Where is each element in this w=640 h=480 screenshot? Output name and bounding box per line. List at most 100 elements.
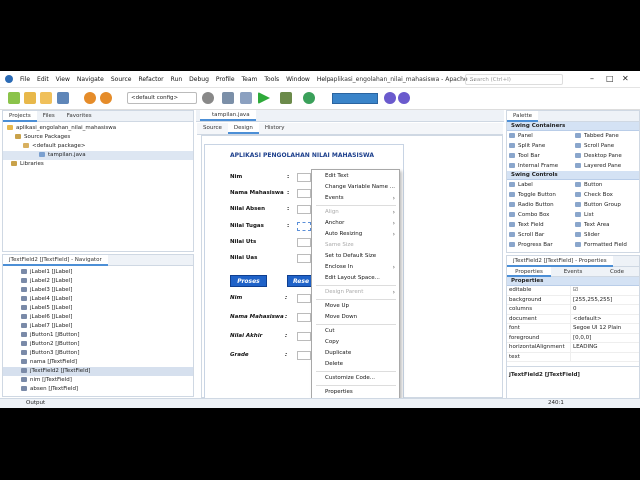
redo-icon[interactable]	[100, 92, 112, 104]
palette-item[interactable]: Panel	[507, 131, 573, 141]
clean-build-icon[interactable]	[240, 92, 252, 104]
result-nama-field[interactable]	[297, 313, 311, 322]
menu-item-edit[interactable]: Edit	[37, 76, 49, 83]
result-nilai-field[interactable]	[297, 332, 311, 341]
config-select[interactable]: <default config>	[127, 92, 197, 104]
context-menu-item[interactable]: Enclose In ›	[312, 262, 399, 273]
search-input[interactable]: Search (Ctrl+I)	[465, 74, 563, 85]
property-value[interactable]: [0,0,0]	[571, 334, 639, 343]
property-row[interactable]: text	[507, 352, 639, 362]
uts-textfield[interactable]	[297, 238, 311, 247]
view-tab-source[interactable]: Source	[197, 123, 228, 134]
palette-item[interactable]: Progress Bar	[507, 240, 573, 250]
palette-item[interactable]: Tabbed Pane	[573, 131, 639, 141]
palette-item[interactable]: Split Pane	[507, 141, 573, 151]
palette-item[interactable]: Layered Pane	[573, 161, 639, 171]
build-icon[interactable]	[222, 92, 234, 104]
tree-item[interactable]: aplikasi_engolahan_nilai_mahasiswa	[3, 124, 193, 133]
navigator-item[interactable]: jLabel3 [JLabel]	[3, 286, 193, 295]
view-tab-design[interactable]: Design	[227, 123, 259, 134]
swing-containers-header[interactable]: Swing Containers	[507, 122, 639, 131]
context-menu-item[interactable]: Change Variable Name ...	[312, 182, 399, 193]
context-menu-item[interactable]: Properties	[312, 387, 399, 398]
form-label[interactable]: Nilai Absen	[230, 206, 265, 212]
navigator-item[interactable]: jButton2 [JButton]	[3, 340, 193, 349]
context-menu-item[interactable]: Copy	[312, 337, 399, 348]
property-value[interactable]: ☑	[571, 286, 639, 295]
navigator-item[interactable]: jLabel4 [JLabel]	[3, 295, 193, 304]
palette-item[interactable]: Scroll Bar	[507, 230, 573, 240]
result-label[interactable]: :	[285, 314, 287, 320]
palette-item[interactable]: Slider	[573, 230, 639, 240]
context-menu-item[interactable]: Edit Text	[312, 171, 399, 182]
palette-item[interactable]: Formatted Field	[573, 240, 639, 250]
tree-item[interactable]: <default package>	[3, 142, 193, 151]
swing-controls-header[interactable]: Swing Controls	[507, 171, 639, 180]
form-title[interactable]: APLIKASI PENGOLAHAN NILAI MAHASISWA	[230, 152, 374, 159]
close-icon[interactable]: ✕	[622, 74, 629, 83]
palette-item[interactable]: Combo Box	[507, 210, 573, 220]
context-menu-item[interactable]: Move Down	[312, 312, 399, 323]
navigator-item[interactable]: jButton3 [JButton]	[3, 349, 193, 358]
gc2-icon[interactable]	[398, 92, 410, 104]
navigator-item[interactable]: jLabel5 [JLabel]	[3, 304, 193, 313]
absen-textfield[interactable]	[297, 205, 311, 214]
form-label[interactable]: :	[287, 223, 289, 229]
property-row[interactable]: editable ☑	[507, 286, 639, 296]
property-value[interactable]: 0	[571, 305, 639, 314]
menu-item-file[interactable]: File	[20, 76, 30, 83]
nim-textfield[interactable]	[297, 173, 311, 182]
palette-item[interactable]: Internal Frame	[507, 161, 573, 171]
new-file-icon[interactable]	[24, 92, 36, 104]
menu-item-help[interactable]: Help	[317, 76, 331, 83]
profile-icon[interactable]	[303, 92, 315, 104]
tree-item[interactable]: Libraries	[3, 160, 193, 169]
debug-icon[interactable]	[280, 92, 292, 104]
palette-item[interactable]: Text Area	[573, 220, 639, 230]
property-value[interactable]: [255,255,255]	[571, 296, 639, 305]
form-label[interactable]: :	[287, 190, 289, 196]
property-value[interactable]: Segoe UI 12 Plain	[571, 324, 639, 333]
properties-tab-code[interactable]: Code	[595, 267, 639, 277]
form-label[interactable]: Nilai Uas	[230, 255, 257, 261]
menu-item-source[interactable]: Source	[111, 76, 132, 83]
navigator-item[interactable]: absen [JTextField]	[3, 385, 193, 394]
property-row[interactable]: columns 0	[507, 305, 639, 315]
context-menu-item[interactable]: Events ›	[312, 193, 399, 204]
context-menu-item[interactable]: Move Up	[312, 301, 399, 312]
navigator-item[interactable]: nim [JTextField]	[3, 376, 193, 385]
properties-tab-properties[interactable]: Properties	[507, 267, 551, 277]
result-label[interactable]: :	[285, 352, 287, 358]
result-label[interactable]: Nilai Akhir	[230, 333, 262, 339]
nama-textfield[interactable]	[297, 189, 311, 198]
property-value[interactable]	[571, 353, 639, 362]
property-row[interactable]: font Segoe UI 12 Plain	[507, 324, 639, 334]
uas-textfield[interactable]	[297, 254, 311, 263]
selected-textfield[interactable]	[297, 222, 311, 231]
navigator-item[interactable]: jLabel7 [JLabel]	[3, 322, 193, 331]
settings-icon[interactable]	[202, 92, 214, 104]
menu-item-team[interactable]: Team	[242, 76, 258, 83]
tree-item[interactable]: Source Packages	[3, 133, 193, 142]
tree-item[interactable]: tampilan.java	[3, 151, 193, 160]
form-label[interactable]: Nama Mahasiswa	[230, 190, 284, 196]
navigator-item[interactable]: jLabel2 [JLabel]	[3, 277, 193, 286]
result-label[interactable]: :	[285, 295, 287, 301]
editor-file-tab[interactable]: tampilan.java	[200, 110, 256, 121]
form-label[interactable]: :	[287, 174, 289, 180]
palette-item[interactable]: Tool Bar	[507, 151, 573, 161]
run-icon[interactable]	[258, 92, 270, 104]
maximize-icon[interactable]: □	[606, 74, 614, 83]
palette-item[interactable]: Desktop Pane	[573, 151, 639, 161]
result-label[interactable]: :	[285, 333, 287, 339]
palette-item[interactable]: List	[573, 210, 639, 220]
property-value[interactable]: <default>	[571, 315, 639, 324]
menu-item-view[interactable]: View	[56, 76, 70, 83]
palette-item[interactable]: Scroll Pane	[573, 141, 639, 151]
form-label[interactable]: Nim	[230, 174, 242, 180]
menu-item-debug[interactable]: Debug	[189, 76, 209, 83]
output-tab[interactable]: Output	[26, 400, 45, 406]
result-label[interactable]: Grade	[230, 352, 249, 358]
context-menu-item[interactable]: Auto Resizing ›	[312, 229, 399, 240]
tab-favorites[interactable]: Favorites	[61, 111, 98, 122]
